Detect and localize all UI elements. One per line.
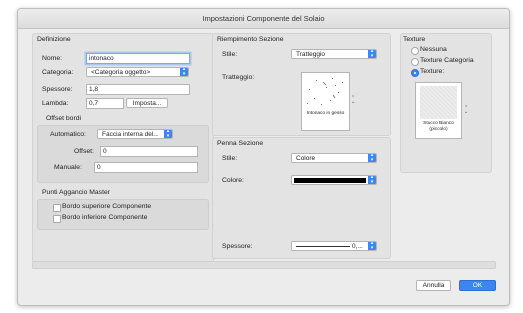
penna-spessore-select[interactable]: 0,... ▴ ▾	[291, 241, 377, 251]
texture-preview-image	[420, 86, 457, 119]
colore-select[interactable]: ▴ ▾	[291, 175, 377, 185]
riempimento-header: Riempimento Sezione	[217, 36, 284, 43]
definizione-panel: Definizione Nome: intonaco Categoria: <C…	[32, 33, 214, 263]
colore-swatch	[294, 178, 366, 183]
texture-label: Texture:	[420, 68, 445, 75]
categoria-label: Categoria:	[42, 69, 74, 76]
texture-stepper-icon[interactable]: ⌃ ⌄	[464, 106, 468, 115]
chevron-updown-icon: ▴ ▾	[180, 68, 188, 76]
spessore-label: Spessore:	[42, 86, 73, 93]
categoria-select-value: <Categoria oggetto>	[91, 69, 151, 76]
nome-field[interactable]: intonaco	[86, 53, 190, 64]
penna-spessore-label: Spessore:	[222, 243, 253, 250]
spessore-field[interactable]: 1,8	[86, 84, 190, 95]
automatico-select-value: Faccia interna del...	[102, 131, 159, 138]
window-title: Impostazioni Componente del Solaio	[18, 9, 509, 29]
manuale-field[interactable]: 0	[94, 162, 198, 173]
categoria-select[interactable]: <Categoria oggetto> ▴ ▾	[86, 67, 189, 77]
lambda-label: Lambda:	[42, 100, 69, 107]
texture-panel: Texture Nessuna Texture Categoria Textur…	[400, 33, 492, 173]
hatch-pattern-icon	[307, 78, 343, 105]
texture-categoria-radio[interactable]	[411, 58, 419, 66]
offset-field[interactable]: 0	[100, 146, 198, 157]
nessuna-label: Nessuna	[420, 46, 447, 53]
nome-label: Nome:	[42, 55, 63, 62]
chevron-updown-icon: ▴ ▾	[368, 242, 376, 250]
penna-stile-select[interactable]: Colore ▴ ▾	[291, 153, 377, 163]
chevron-updown-icon: ▴ ▾	[368, 176, 376, 184]
nessuna-radio[interactable]	[411, 47, 419, 55]
manuale-label: Manuale:	[54, 164, 82, 171]
tratteggio-stepper-icon[interactable]: ⌃ ⌄	[351, 96, 355, 105]
texture-header: Texture	[403, 36, 426, 43]
offset-bordi-box: Automatico: Faccia interna del... ▴ ▾ Off…	[37, 125, 209, 183]
chevron-updown-icon: ▴ ▾	[368, 50, 376, 58]
riempimento-stile-select[interactable]: Tratteggio ▴ ▾	[291, 49, 377, 59]
ok-button[interactable]: OK	[459, 280, 496, 291]
annulla-button[interactable]: Annulla	[416, 280, 451, 291]
definizione-header: Definizione	[37, 36, 71, 43]
riempimento-stile-value: Tratteggio	[296, 51, 326, 58]
bordo-superiore-label: Bordo superiore Componente	[62, 203, 152, 210]
dialog-window: Impostazioni Componente del Solaio Defin…	[17, 8, 510, 306]
chevron-updown-icon: ▴ ▾	[164, 130, 172, 138]
tratteggio-swatch[interactable]: Intonaco in gesso	[301, 72, 350, 131]
texture-swatch[interactable]: Stucco Bianco (piccolo)	[415, 82, 462, 139]
riempimento-stile-label: Stile:	[222, 51, 238, 58]
tratteggio-caption: Intonaco in gesso	[306, 111, 345, 116]
line-weight-icon	[296, 246, 350, 247]
penna-stile-label: Stile:	[222, 155, 238, 162]
colore-label: Colore:	[222, 177, 244, 184]
bordo-superiore-checkbox[interactable]	[53, 204, 61, 212]
bordo-inferiore-checkbox[interactable]	[53, 215, 61, 223]
penna-stile-value: Colore	[296, 155, 316, 162]
bordo-inferiore-label: Bordo inferiore Componente	[62, 214, 148, 221]
penna-header: Penna Sezione	[217, 140, 264, 147]
imposta-button[interactable]: Imposta...	[126, 98, 168, 108]
chevron-updown-icon: ▴ ▾	[368, 154, 376, 162]
punti-aggancio-header: Punti Aggancio Master	[42, 189, 111, 196]
offset-label: Offset:	[74, 148, 94, 155]
texture-radio[interactable]	[411, 69, 419, 77]
automatico-select[interactable]: Faccia interna del... ▴ ▾	[97, 129, 173, 139]
lambda-field[interactable]: 0,7	[86, 98, 124, 109]
status-strip	[32, 261, 496, 269]
texture-categoria-label: Texture Categoria	[420, 57, 474, 64]
offset-bordi-header: Offset bordi	[46, 115, 82, 122]
punti-aggancio-box: Bordo superiore Componente Bordo inferio…	[37, 199, 209, 230]
tratteggio-label: Tratteggio:	[222, 74, 255, 81]
penna-spessore-value: 0,...	[352, 243, 363, 250]
riempimento-panel: Riempimento Sezione Stile: Tratteggio ▴ ▾…	[212, 33, 391, 136]
penna-panel: Penna Sezione Stile: Colore ▴ ▾ Colore: ▴…	[212, 137, 391, 259]
texture-caption: Stucco Bianco (piccolo)	[423, 121, 454, 132]
automatico-label: Automatico:	[50, 131, 86, 138]
